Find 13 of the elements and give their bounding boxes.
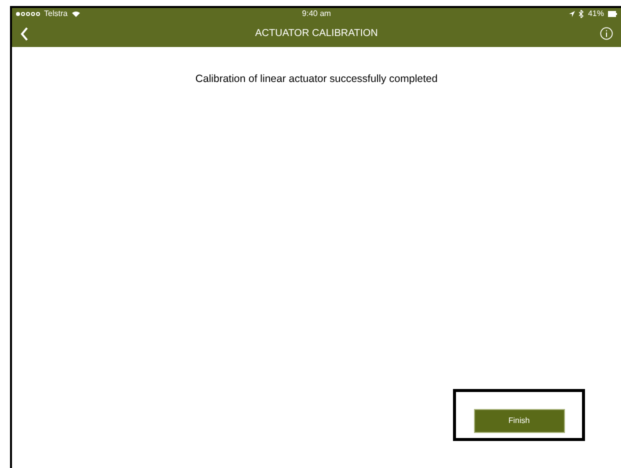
screen-title: ACTUATOR CALIBRATION — [255, 27, 378, 41]
info-button[interactable] — [599, 26, 613, 40]
battery-percentage: 41% — [588, 8, 604, 20]
chevron-left-icon — [20, 26, 29, 40]
clock-time: 9:40 am — [302, 8, 331, 20]
bluetooth-icon — [578, 10, 584, 18]
info-icon — [600, 27, 612, 40]
wifi-icon — [72, 11, 80, 17]
carrier-name: Telstra — [44, 8, 68, 20]
location-arrow-icon — [568, 11, 575, 17]
battery-icon — [608, 11, 617, 17]
finish-button[interactable]: Finish — [474, 409, 564, 433]
status-message: Calibration of linear actuator successfully completed — [195, 72, 438, 87]
